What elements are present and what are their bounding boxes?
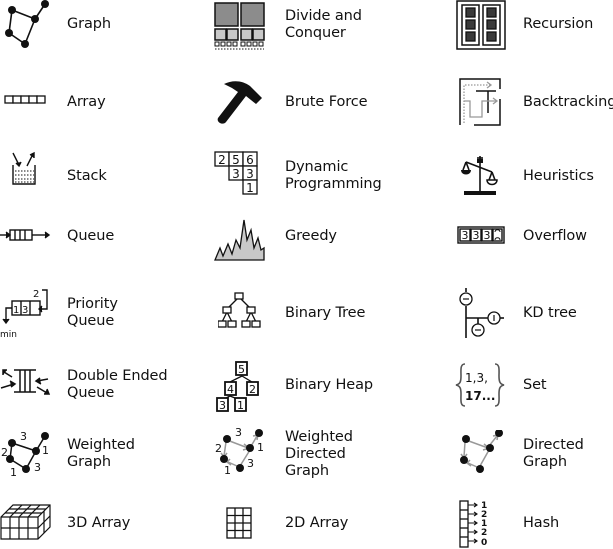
brute-force-label: Brute Force [285,94,368,110]
backtracking-icon [458,77,504,127]
weight-label: 1 [257,441,264,454]
weighted-directed-graph-icon: 3 2 1 1 3 [214,426,266,480]
dp-cell: 1 [246,181,254,195]
dp-cell: 2 [218,153,226,167]
heap-node: 4 [227,383,234,396]
overflow-digit: 3 [462,229,469,242]
weight-label: 2 [1,446,8,459]
overflow-digit: 3 [473,229,480,242]
stack-icon [10,151,40,187]
overflow-icon: 3 3 3 [457,226,505,244]
priority-queue-icon-cell-1: 1 [13,305,19,316]
recursion-icon [456,0,506,50]
heap-node: 3 [219,399,226,412]
weight-label: 3 [235,426,242,439]
hammer-icon [214,78,266,126]
3d-array-label: 3D Array [67,515,131,531]
weighted-directed-graph-label: Weighted Directed Graph [285,429,353,479]
weighted-graph-label: Weighted Graph [67,437,135,470]
set-icon-line-1: 1,3, [465,371,488,385]
kd-tree-icon [456,288,506,340]
array-label: Array [67,94,106,110]
2d-array-icon [226,507,254,539]
dp-cell: 3 [246,167,254,181]
set-label: Set [523,377,547,393]
priority-queue-icon-bottom: min [0,330,17,340]
weight-label: 3 [247,457,254,470]
2d-array-label: 2D Array [285,515,349,531]
deque-icon [0,366,52,396]
dynamic-programming-label: Dynamic Programming [285,159,382,192]
weight-label: 3 [34,461,41,474]
priority-queue-icon-top: 2 [33,289,39,300]
queue-label: Queue [67,228,115,244]
set-icon-line-2: 17... [465,389,495,403]
graph-icon [2,0,52,48]
hash-label: Hash [523,515,560,531]
backtracking-label: Backtracking [523,94,613,110]
overflow-label: Overflow [523,228,587,244]
greedy-icon [214,218,266,262]
binary-heap-label: Binary Heap [285,377,374,393]
hash-value: 0 [481,538,487,548]
graph-label: Graph [67,16,111,32]
divide-and-conquer-icon [214,2,266,50]
weight-label: 1 [10,466,17,479]
3d-array-icon [0,503,52,543]
binary-tree-icon [218,292,262,332]
queue-icon [0,228,52,242]
stack-label: Stack [67,168,107,184]
weight-label: 3 [20,430,27,443]
dp-cell: 6 [246,153,254,167]
binary-tree-label: Binary Tree [285,305,366,321]
recursion-label: Recursion [523,16,594,32]
greedy-label: Greedy [285,228,337,244]
weight-label: 2 [215,442,222,455]
directed-graph-icon [456,430,506,480]
weight-label: 1 [224,464,231,477]
heap-node: 2 [249,383,256,396]
dynamic-programming-icon: 2 5 6 3 3 1 [214,151,262,197]
binary-heap-icon: 5 4 2 3 1 [216,360,264,412]
priority-queue-icon: 2 1 3 min [0,286,50,340]
hash-value: 2 [481,528,487,538]
overflow-digit: 3 [484,229,491,242]
heap-node: 5 [238,363,245,376]
priority-queue-icon-cell-2: 3 [22,305,28,316]
heuristics-label: Heuristics [523,168,594,184]
heap-node: 1 [237,399,244,412]
double-ended-queue-label: Double Ended Queue [67,368,168,401]
divide-and-conquer-label: Divide and Conquer [285,8,362,41]
hash-icon: 1 2 1 2 0 [459,500,493,548]
weight-label: 1 [42,444,49,457]
dp-cell: 5 [232,153,240,167]
priority-queue-label: Priority Queue [67,296,118,329]
scales-icon [458,154,504,200]
directed-graph-label: Directed Graph [523,437,584,470]
kd-tree-label: KD tree [523,305,577,321]
array-icon [4,95,46,105]
dp-cell: 3 [232,167,240,181]
weighted-graph-icon: 3 2 1 1 3 [0,426,52,480]
set-icon: 1,3, 17... [455,362,505,408]
